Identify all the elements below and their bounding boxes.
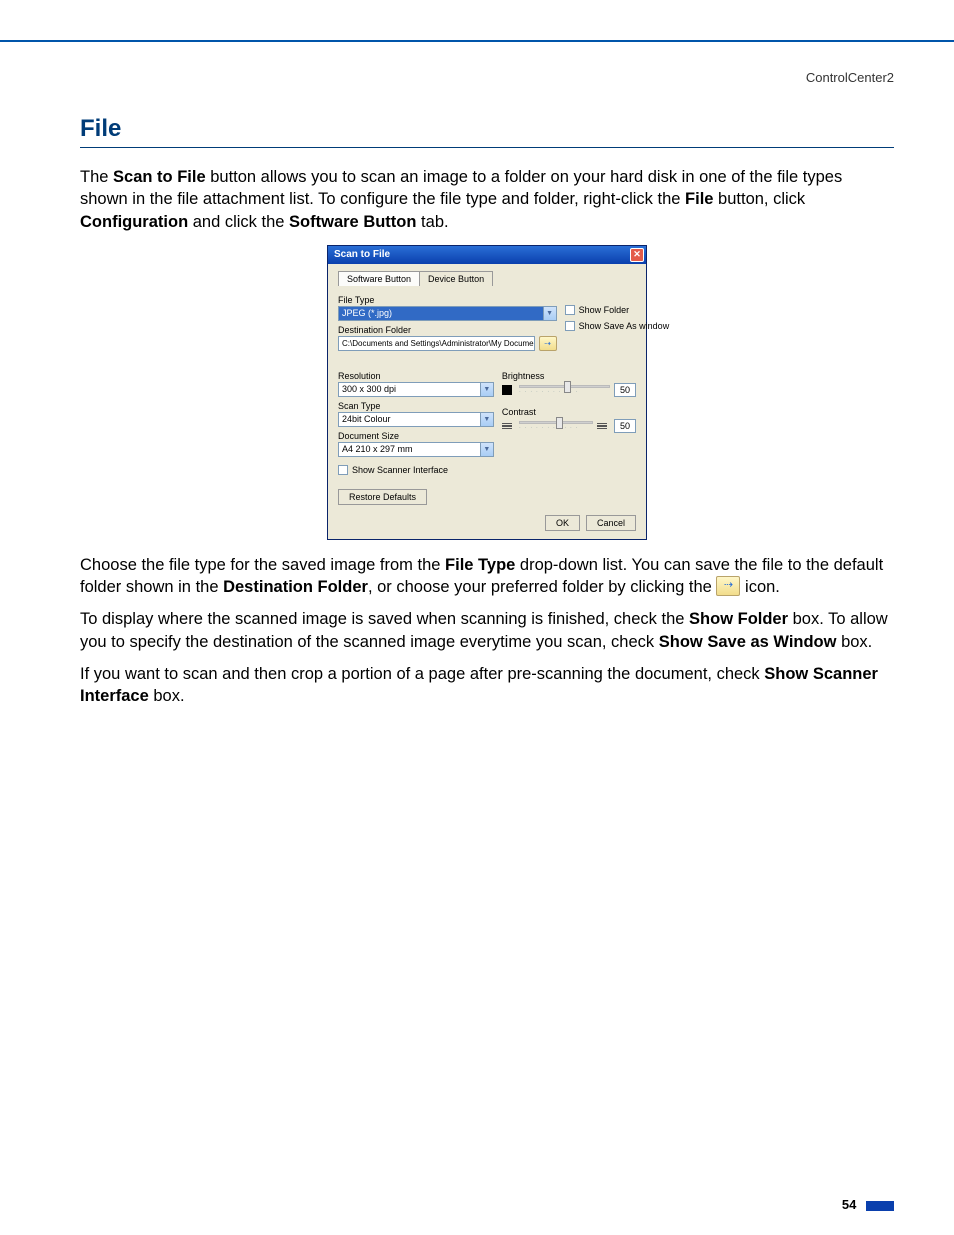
show-save-as-checkbox[interactable] (565, 321, 575, 331)
cancel-button[interactable]: Cancel (586, 515, 636, 531)
page-number: 54 (842, 1197, 856, 1212)
dialog-footer: OK Cancel (338, 515, 636, 531)
page-footer: 54 (0, 1197, 954, 1212)
header-breadcrumb: ControlCenter2 (0, 42, 954, 85)
chevron-down-icon[interactable]: ▼ (480, 413, 493, 426)
contrast-value[interactable]: 50 (614, 419, 636, 433)
text: button, click (713, 190, 805, 208)
chevron-down-icon[interactable]: ▼ (543, 307, 556, 320)
text: box. (836, 633, 872, 651)
destination-folder-label: Destination Folder (338, 325, 557, 335)
text: icon. (740, 578, 779, 596)
scan-type-dropdown[interactable]: 24bit Colour ▼ (338, 412, 494, 427)
document-size-label: Document Size (338, 431, 494, 441)
paragraph-file-type: Choose the file type for the saved image… (80, 554, 894, 599)
dialog-screenshot: Scan to File ✕ Software Button Device Bu… (80, 245, 894, 540)
bold-scan-to-file: Scan to File (113, 168, 206, 186)
section-heading: File (80, 115, 894, 143)
chevron-down-icon[interactable]: ▼ (480, 383, 493, 396)
document-size-value: A4 210 x 297 mm (342, 444, 413, 454)
tab-row: Software Button Device Button (338, 270, 636, 285)
file-type-value: JPEG (*.jpg) (342, 308, 392, 318)
tab-software-button[interactable]: Software Button (338, 271, 420, 286)
file-type-dropdown[interactable]: JPEG (*.jpg) ▼ (338, 306, 557, 321)
footer-accent-icon (866, 1201, 894, 1211)
brightness-label: Brightness (502, 371, 636, 381)
resolution-value: 300 x 300 dpi (342, 384, 396, 394)
destination-folder-input[interactable]: C:\Documents and Settings\Administrator\… (338, 336, 535, 351)
bold-file: File (685, 190, 713, 208)
text: To display where the scanned image is sa… (80, 610, 689, 628)
restore-defaults-button[interactable]: Restore Defaults (338, 489, 427, 505)
scan-type-label: Scan Type (338, 401, 494, 411)
scan-type-value: 24bit Colour (342, 414, 391, 424)
show-scanner-interface-checkbox[interactable] (338, 465, 348, 475)
show-folder-label: Show Folder (579, 305, 630, 315)
brightness-dark-icon (502, 385, 512, 395)
paragraph-scanner-interface: If you want to scan and then crop a port… (80, 663, 894, 708)
dialog-title: Scan to File (334, 249, 390, 260)
contrast-low-icon (502, 423, 512, 430)
heading-rule (80, 147, 894, 148)
intro-paragraph: The Scan to File button allows you to sc… (80, 166, 894, 233)
paragraph-show-folder: To display where the scanned image is sa… (80, 608, 894, 653)
bold-software-button: Software Button (289, 213, 416, 231)
show-save-as-label: Show Save As window (579, 321, 670, 331)
text: and click the (188, 213, 289, 231)
contrast-slider[interactable] (519, 421, 593, 424)
text: box. (149, 687, 185, 705)
resolution-label: Resolution (338, 371, 494, 381)
bold-show-folder: Show Folder (689, 610, 788, 628)
text: The (80, 168, 113, 186)
ok-button[interactable]: OK (545, 515, 580, 531)
page-content: File The Scan to File button allows you … (0, 85, 954, 707)
contrast-label: Contrast (502, 407, 636, 417)
bold-configuration: Configuration (80, 213, 188, 231)
show-folder-checkbox[interactable] (565, 305, 575, 315)
text: Choose the file type for the saved image… (80, 556, 445, 574)
close-icon[interactable]: ✕ (630, 248, 644, 262)
document-size-dropdown[interactable]: A4 210 x 297 mm ▼ (338, 442, 494, 457)
chevron-down-icon[interactable]: ▼ (480, 443, 493, 456)
bold-show-save-as: Show Save as Window (659, 633, 837, 651)
file-type-label: File Type (338, 295, 557, 305)
text: tab. (416, 213, 448, 231)
upper-fields: File Type JPEG (*.jpg) ▼ Destination Fol… (338, 291, 636, 351)
slider-thumb-icon[interactable] (556, 417, 563, 429)
brightness-value[interactable]: 50 (614, 383, 636, 397)
bold-destination-folder: Destination Folder (223, 578, 368, 596)
folder-browse-icon: ⇢ (716, 576, 740, 596)
slider-thumb-icon[interactable] (564, 381, 571, 393)
dialog-titlebar: Scan to File ✕ (328, 246, 646, 264)
dialog-body: Software Button Device Button File Type … (328, 264, 646, 539)
text: , or choose your preferred folder by cli… (368, 578, 717, 596)
brightness-slider[interactable] (519, 385, 610, 388)
text: If you want to scan and then crop a port… (80, 665, 764, 683)
resolution-dropdown[interactable]: 300 x 300 dpi ▼ (338, 382, 494, 397)
tab-device-button[interactable]: Device Button (419, 271, 493, 286)
bold-file-type: File Type (445, 556, 515, 574)
contrast-high-icon (597, 423, 607, 430)
scan-to-file-dialog: Scan to File ✕ Software Button Device Bu… (327, 245, 647, 540)
browse-folder-icon[interactable]: ⇢ (539, 336, 557, 351)
show-scanner-interface-label: Show Scanner Interface (352, 465, 448, 475)
